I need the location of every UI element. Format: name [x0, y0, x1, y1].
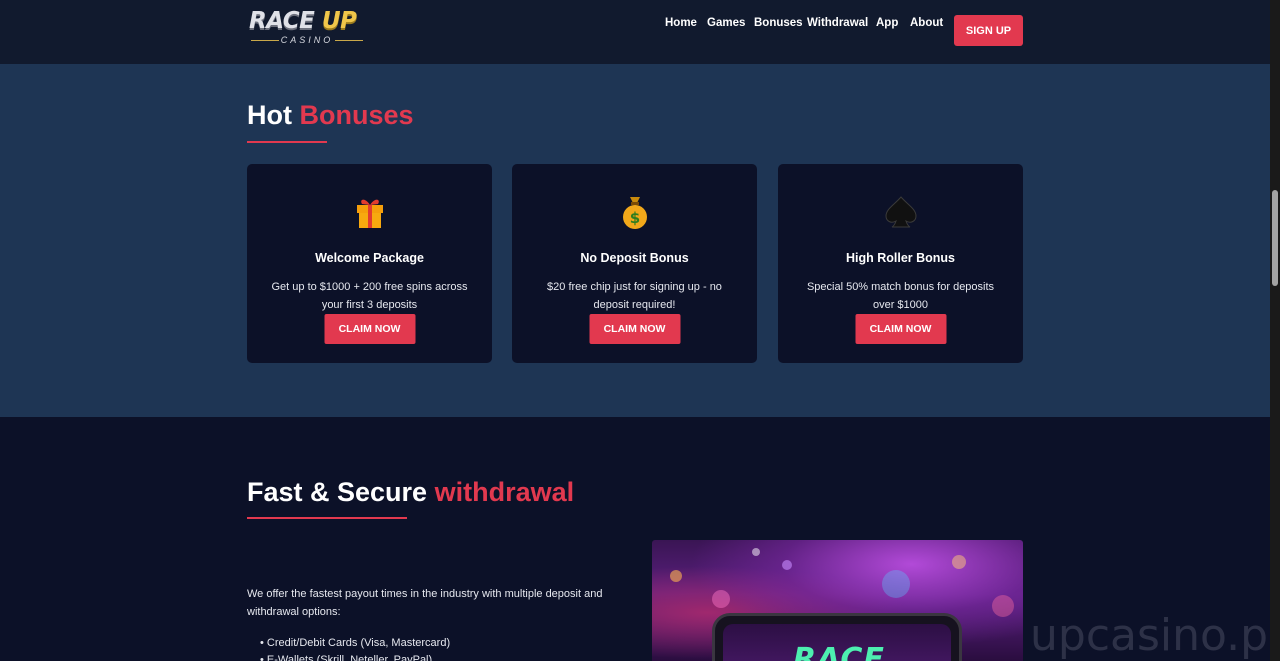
app-promo-image: RACE [652, 540, 1023, 661]
logo-divider [335, 40, 363, 41]
bonus-card-high-roller: High Roller Bonus Special 50% match bonu… [778, 164, 1023, 363]
watermark-text: upcasino.pl [1030, 610, 1280, 661]
list-item: E-Wallets (Skrill, Neteller, PayPal) [260, 652, 450, 661]
phone-logo-text: RACE [793, 642, 885, 661]
title-underline [247, 141, 327, 143]
claim-now-button[interactable]: CLAIM NOW [855, 314, 946, 344]
nav-app[interactable]: App [876, 17, 898, 29]
card-title: No Deposit Bonus [580, 251, 689, 265]
card-title: High Roller Bonus [845, 251, 956, 265]
money-bag-icon: $ [512, 192, 757, 232]
claim-now-button[interactable]: CLAIM NOW [589, 314, 680, 344]
nav-withdrawal[interactable]: Withdrawal [807, 17, 868, 29]
phone-mockup: RACE [712, 613, 962, 661]
card-description: $20 free chip just for signing up - no d… [547, 281, 722, 311]
withdrawal-intro: We offer the fastest payout times in the… [247, 588, 603, 618]
bonus-card-welcome: Welcome Package Get up to $1000 + 200 fr… [247, 164, 492, 363]
logo-wordmark: RACE UP [249, 8, 357, 34]
page-scrollbar[interactable] [1270, 0, 1280, 661]
svg-text:$: $ [629, 209, 639, 227]
withdrawal-title: Fast & Secure withdrawal [247, 477, 575, 507]
card-title: Welcome Package [315, 251, 424, 265]
card-description: Special 50% match bonus for deposits ove… [806, 281, 995, 311]
payment-options-list: Credit/Debit Cards (Visa, Mastercard) E-… [260, 635, 450, 661]
scrollbar-thumb[interactable] [1272, 190, 1278, 286]
section-title: Hot Bonuses [247, 100, 414, 130]
nav-home[interactable]: Home [665, 17, 697, 29]
claim-now-button[interactable]: CLAIM NOW [324, 314, 415, 344]
list-item: Credit/Debit Cards (Visa, Mastercard) [260, 635, 450, 652]
card-description: Get up to $1000 + 200 free spins across … [271, 281, 468, 311]
nav-bonuses[interactable]: Bonuses [754, 17, 803, 29]
spade-icon [778, 192, 1023, 232]
gift-icon [247, 192, 492, 232]
bonus-card-no-deposit: $ No Deposit Bonus $20 free chip just fo… [512, 164, 757, 363]
title-underline [247, 517, 407, 519]
nav-about[interactable]: About [910, 17, 943, 29]
signup-button[interactable]: SIGN UP [954, 15, 1023, 46]
hot-bonuses-section: Hot Bonuses Welcome Package Get up to $1… [0, 64, 1270, 417]
nav-games[interactable]: Games [707, 17, 745, 29]
site-logo[interactable]: RACE UP CASINO [249, 8, 369, 48]
phone-screen: RACE [723, 624, 951, 661]
site-header: RACE UP CASINO Home Games Bonuses Withdr… [0, 0, 1270, 64]
